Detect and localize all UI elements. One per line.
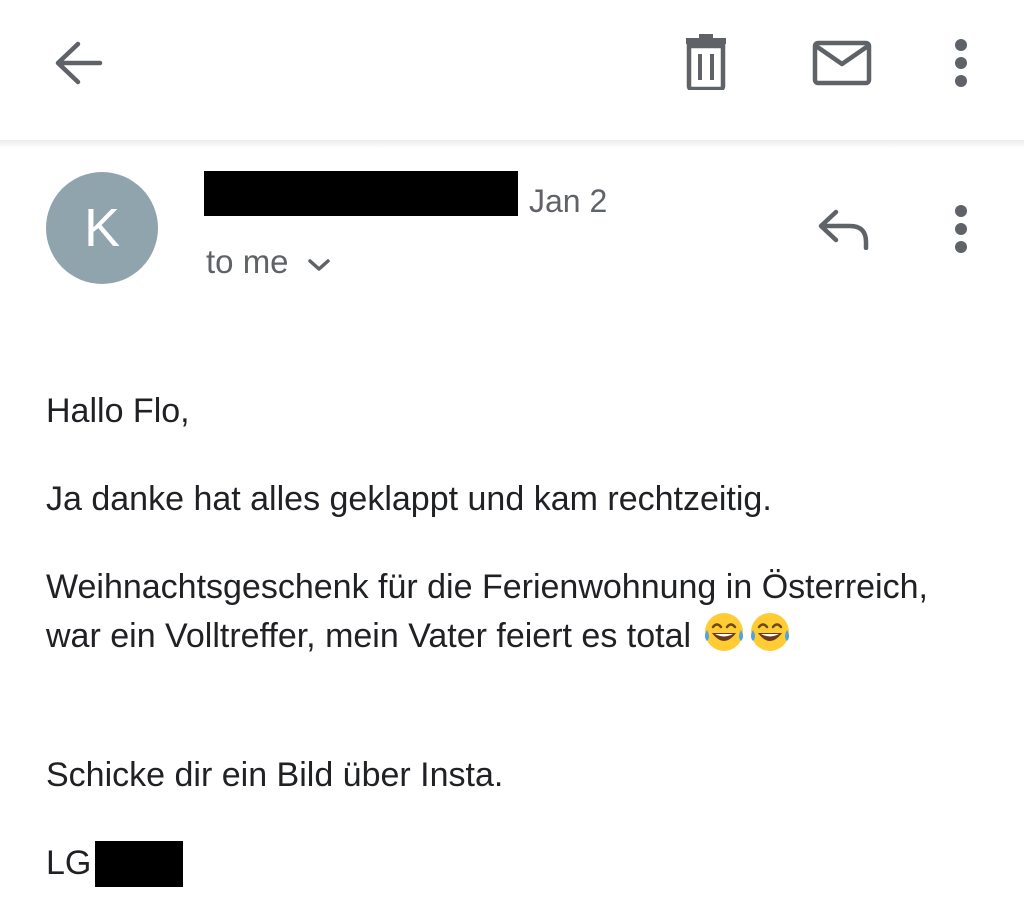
arrow-back-icon[interactable] (50, 38, 104, 88)
top-app-bar (0, 0, 1024, 140)
signoff-text: LG (46, 844, 92, 882)
body-line-1: Ja danke hat alles geklappt und kam rech… (46, 480, 772, 518)
more-vert-icon[interactable] (953, 38, 969, 88)
trash-icon[interactable] (684, 34, 728, 90)
sender-name-redacted[interactable] (204, 171, 518, 216)
chevron-down-icon (307, 242, 331, 282)
reply-icon[interactable] (816, 208, 870, 250)
body-line-2: Weihnachtsgeschenk für die Ferienwohnung… (46, 564, 946, 666)
recipient-label: to me (206, 243, 289, 280)
signoff: LG (46, 840, 184, 887)
email-view: K Jan 2 to me Hallo Flo, Ja danke hat al… (0, 0, 1024, 923)
message-date: Jan 2 (529, 183, 608, 219)
body-line-3: Schicke dir ein Bild über Insta. (46, 756, 504, 794)
signature-redacted (95, 840, 184, 887)
body-line-2-text: Weihnachtsgeschenk für die Ferienwohnung… (46, 568, 928, 655)
tears-of-joy-emoji-icon (704, 613, 789, 651)
recipient-toggle[interactable]: to me (206, 242, 331, 282)
laughing-emoji: 😂😂 (703, 611, 793, 666)
app-bar-divider (0, 140, 1024, 148)
sender-avatar[interactable]: K (46, 172, 158, 284)
mail-icon[interactable] (812, 40, 872, 86)
greeting: Hallo Flo, (46, 392, 190, 430)
message-more-icon[interactable] (953, 204, 969, 254)
avatar-letter: K (83, 198, 121, 258)
